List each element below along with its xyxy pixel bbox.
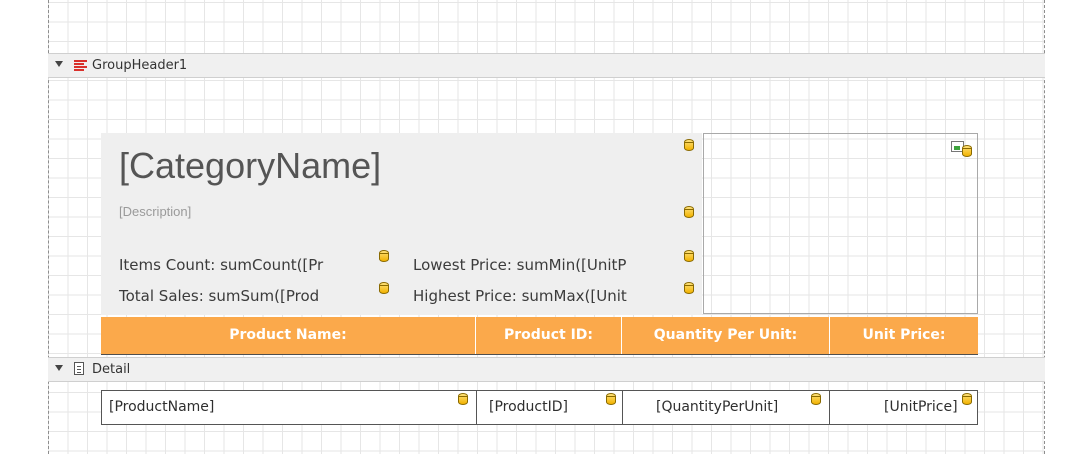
category-description-label[interactable]: [Description] bbox=[119, 204, 191, 219]
product-name-field[interactable]: [ProductName] bbox=[109, 399, 214, 415]
total-sales-label[interactable]: Total Sales: sumSum([Prod bbox=[119, 287, 319, 305]
unit-price-field[interactable]: [UnitPrice] bbox=[884, 399, 958, 415]
database-icon[interactable] bbox=[379, 250, 389, 262]
detail-band[interactable]: Detail bbox=[48, 357, 1045, 382]
database-icon[interactable] bbox=[684, 250, 694, 262]
group-header-band[interactable]: GroupHeader1 bbox=[48, 53, 1045, 78]
database-icon[interactable] bbox=[379, 282, 389, 294]
lowest-price-label[interactable]: Lowest Price: sumMin([UnitP bbox=[413, 256, 626, 274]
group-header-label: GroupHeader1 bbox=[92, 58, 188, 73]
header-quantity-per-unit[interactable]: Quantity Per Unit: bbox=[622, 317, 830, 354]
database-icon[interactable] bbox=[684, 282, 694, 294]
header-product-name[interactable]: Product Name: bbox=[101, 317, 476, 354]
database-icon[interactable] bbox=[962, 145, 972, 157]
header-unit-price[interactable]: Unit Price: bbox=[830, 317, 978, 354]
group-header-icon bbox=[74, 59, 87, 72]
category-picture-box[interactable] bbox=[703, 133, 978, 314]
collapse-arrow-icon[interactable] bbox=[55, 61, 63, 67]
products-header-row[interactable]: Product Name: Product ID: Quantity Per U… bbox=[101, 317, 978, 355]
database-icon[interactable] bbox=[458, 393, 468, 405]
header-product-id[interactable]: Product ID: bbox=[476, 317, 622, 354]
product-id-field[interactable]: [ProductID] bbox=[489, 399, 568, 415]
highest-price-label[interactable]: Highest Price: sumMax([Unit bbox=[413, 287, 627, 305]
detail-band-icon bbox=[74, 362, 84, 375]
detail-band-label: Detail bbox=[92, 362, 131, 377]
database-icon[interactable] bbox=[684, 206, 694, 218]
collapse-arrow-icon[interactable] bbox=[55, 365, 63, 371]
database-icon[interactable] bbox=[962, 393, 972, 405]
quantity-per-unit-field[interactable]: [QuantityPerUnit] bbox=[656, 399, 778, 415]
database-icon[interactable] bbox=[811, 393, 821, 405]
items-count-label[interactable]: Items Count: sumCount([Pr bbox=[119, 256, 323, 274]
category-name-label[interactable]: [CategoryName] bbox=[119, 145, 381, 187]
database-icon[interactable] bbox=[684, 139, 694, 151]
database-icon[interactable] bbox=[606, 393, 616, 405]
